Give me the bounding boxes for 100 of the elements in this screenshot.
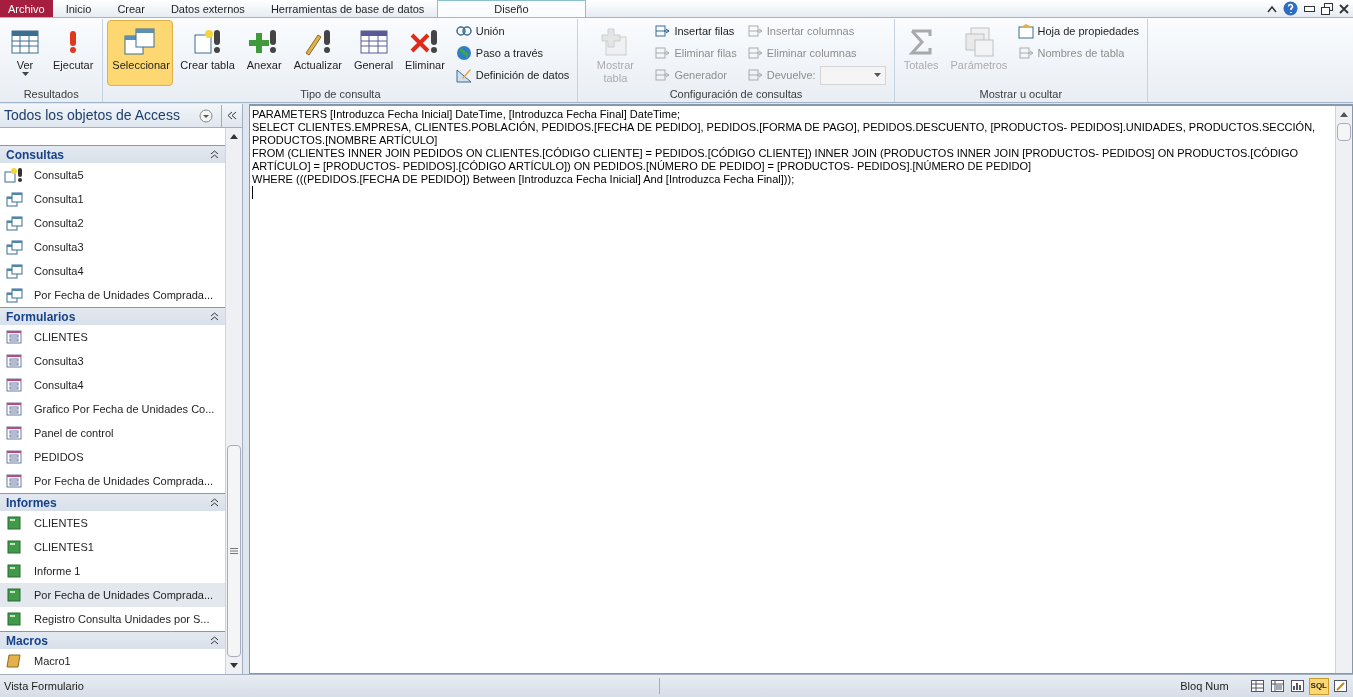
small-icon (654, 67, 671, 83)
scrollbar[interactable] (225, 128, 242, 674)
ribbon-button[interactable]: Ejecutar (48, 20, 99, 86)
nav-item[interactable]: Informe 1 (0, 559, 225, 583)
design-view-icon (1334, 680, 1347, 692)
ribbon-button[interactable]: Eliminar (400, 20, 450, 86)
ribbon-small-button[interactable]: Hoja de propiedades (1017, 20, 1140, 42)
form-icon (4, 354, 24, 368)
report-icon (4, 564, 24, 578)
scroll-up-icon (1340, 112, 1348, 117)
macro-icon (4, 654, 24, 668)
ribbon-button[interactable]: Actualizar (288, 20, 347, 86)
ribbon-button[interactable]: Ver (4, 20, 46, 86)
num-lock-indicator: Bloq Num (658, 677, 1249, 695)
nav-item[interactable]: CLIENTES (0, 325, 225, 349)
query-new-icon (4, 167, 24, 183)
report-icon (4, 612, 24, 626)
ribbon-tab[interactable]: Diseño (437, 0, 586, 17)
report-icon (4, 588, 24, 602)
nav-group-header[interactable]: Informes (0, 493, 225, 511)
ribbon-tab[interactable]: Datos externos (157, 0, 258, 17)
nav-item[interactable]: Consulta5 (0, 163, 225, 187)
nav-item[interactable]: Consulta3 (0, 235, 225, 259)
collapse-icon (210, 498, 219, 507)
status-text: Vista Formulario (3, 678, 85, 694)
ribbon-small-button[interactable]: Unión (455, 20, 570, 42)
pivot-table-icon (1270, 680, 1284, 692)
nav-group-header[interactable]: Macros (0, 631, 225, 649)
small-icon (1017, 23, 1034, 39)
view-button[interactable] (1248, 677, 1266, 695)
scroll-up-icon (230, 134, 238, 139)
small-icon (455, 67, 472, 83)
nav-item[interactable]: PEDIDOS (0, 445, 225, 469)
view-button[interactable] (1332, 677, 1349, 695)
scroll-thumb[interactable] (227, 445, 241, 657)
ribbon-tab[interactable]: Herramientas de base de datos (257, 0, 438, 17)
group-label: Resultados (22, 87, 80, 102)
editor-scrollbar[interactable] (1335, 106, 1352, 673)
help-icon[interactable] (1283, 1, 1298, 16)
small-icon (746, 23, 763, 39)
nav-item[interactable]: CLIENTES1 (0, 535, 225, 559)
collapse-panel-icon[interactable] (227, 111, 237, 120)
ribbon-button[interactable]: Crear tabla (175, 20, 240, 86)
view-button[interactable] (1268, 677, 1286, 695)
ribbon-small-button[interactable]: Definición de datos (455, 64, 570, 86)
nav-item[interactable]: Grafico Por Fecha de Unidades Co... (0, 397, 225, 421)
ribbon-small-button[interactable]: Insertar filas (654, 20, 737, 42)
report-icon (4, 516, 24, 530)
ribbon-button[interactable]: Anexar (241, 20, 287, 86)
nav-item[interactable]: Panel de control (0, 421, 225, 445)
nav-item[interactable]: CLIENTES (0, 511, 225, 535)
ribbon-tab[interactable]: Inicio (52, 0, 105, 17)
collapse-icon (210, 150, 219, 159)
nav-item[interactable]: Por Fecha de Unidades Comprada... (0, 583, 225, 607)
nav-group-header[interactable]: Consultas (0, 145, 225, 163)
form-icon (4, 450, 24, 464)
small-icon (455, 45, 472, 61)
navigation-title: Todos los objetos de Access (3, 106, 181, 125)
form-icon (4, 330, 24, 344)
combo-label: Devuelve: (766, 67, 816, 83)
nav-item[interactable]: Macro1 (0, 649, 225, 673)
scroll-down-icon (230, 663, 238, 668)
form-icon (4, 378, 24, 392)
restore-icon[interactable] (1321, 2, 1333, 15)
view-button[interactable] (1288, 677, 1306, 695)
ribbon-small-button[interactable]: Paso a través (455, 42, 570, 64)
nav-item[interactable]: Consulta1 (0, 187, 225, 211)
nav-item[interactable]: Registro Consulta Unidades por S... (0, 607, 225, 631)
small-icon (654, 23, 671, 39)
nav-item[interactable]: Por Fecha de Unidades Comprada... (0, 469, 225, 493)
nav-group-header[interactable]: Formularios (0, 307, 225, 325)
group-label: Mostrar u ocultar (978, 87, 1064, 102)
ribbon-button[interactable]: Seleccionar (107, 20, 174, 86)
collapse-icon (210, 312, 219, 321)
small-icon (1017, 45, 1034, 61)
chevron-up-icon[interactable] (1267, 4, 1277, 13)
nav-item[interactable]: Consulta2 (0, 211, 225, 235)
nav-item[interactable]: Consulta3 (0, 349, 225, 373)
dropdown-circle-icon[interactable] (199, 108, 213, 123)
nav-item[interactable]: Consulta4 (0, 259, 225, 283)
small-icon (455, 23, 472, 39)
minimize-icon[interactable] (1304, 5, 1315, 12)
scroll-thumb[interactable] (1337, 123, 1351, 141)
query-icon (4, 239, 24, 255)
small-icon (746, 67, 763, 83)
ribbon-tab[interactable]: Crear (104, 0, 158, 17)
collapse-icon (210, 636, 219, 645)
group-label: Tipo de consulta (299, 87, 382, 102)
group-label: Configuración de consultas (668, 87, 804, 102)
caret-icon (873, 73, 881, 77)
query-icon (4, 191, 24, 207)
ribbon-button[interactable]: General (348, 20, 399, 86)
ribbon-tab[interactable]: Archivo (0, 0, 53, 17)
grip-icon (230, 548, 238, 554)
form-icon (4, 402, 24, 416)
nav-item[interactable]: Consulta4 (0, 373, 225, 397)
small-icon (654, 45, 671, 61)
sql-view-button[interactable]: SQL (1308, 677, 1329, 695)
nav-item[interactable]: Por Fecha de Unidades Comprada... (0, 283, 225, 307)
close-icon[interactable] (1339, 3, 1349, 14)
